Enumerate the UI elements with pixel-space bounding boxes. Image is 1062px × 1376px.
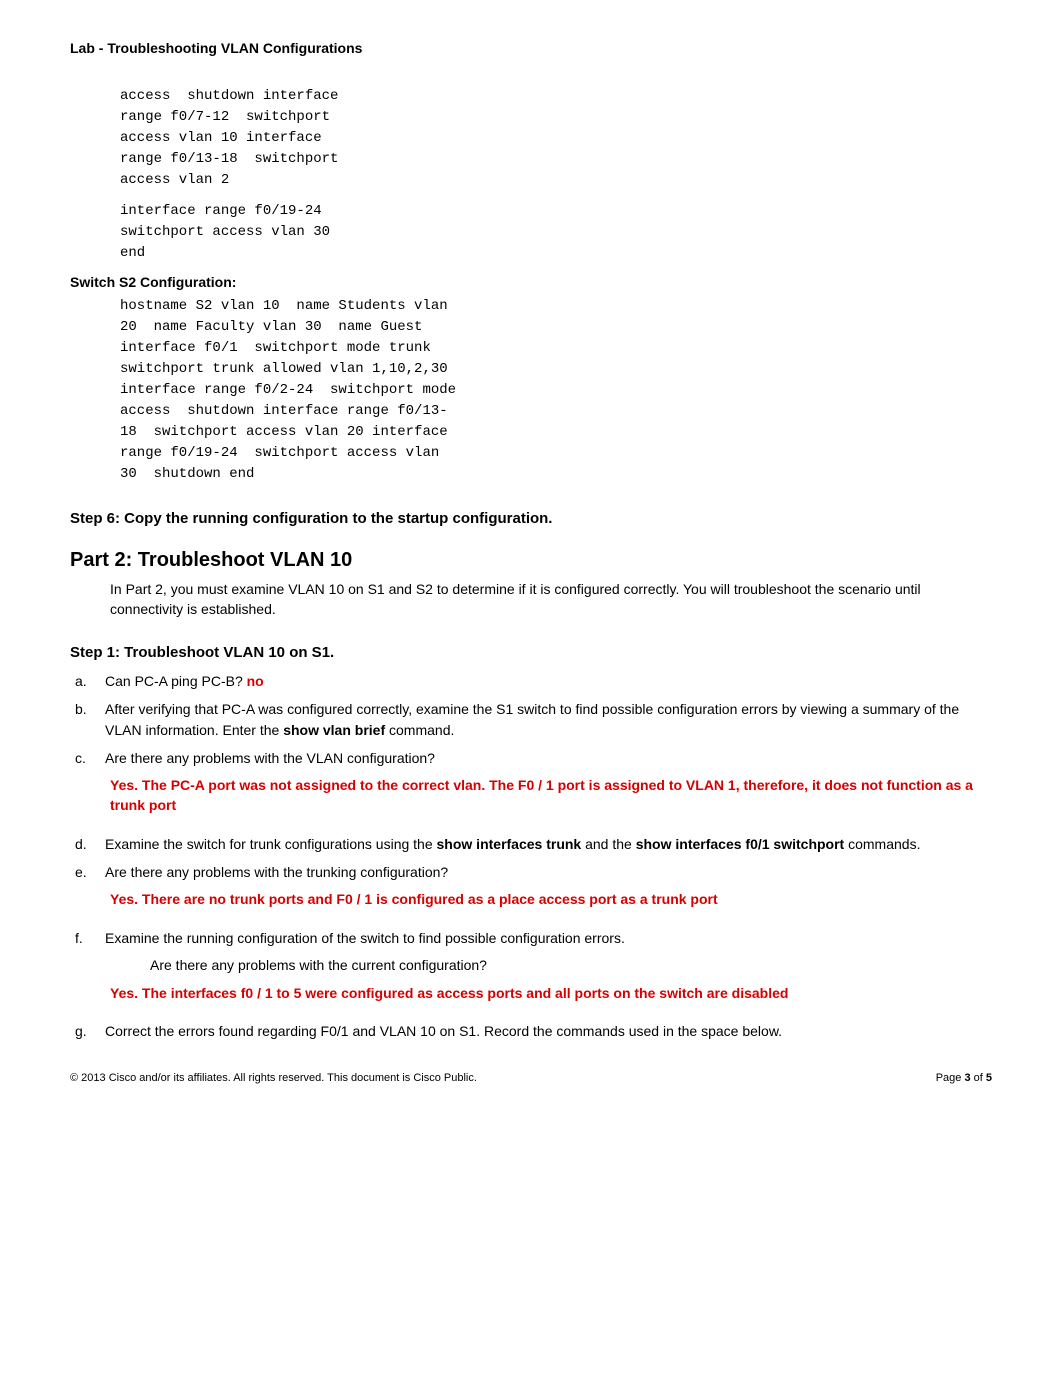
item-d-content: Examine the switch for trunk configurati… (105, 834, 992, 854)
item-d-marker: d. (75, 834, 105, 854)
item-a-question: Can PC-A ping PC-B? (105, 673, 247, 689)
item-b-content: After verifying that PC-A was configured… (105, 699, 992, 740)
footer-total: 5 (986, 1072, 992, 1084)
item-b-cmd: show vlan brief (283, 722, 385, 738)
item-f: f. Examine the running configuration of … (75, 928, 992, 948)
item-f-subquestion: Are there any problems with the current … (150, 956, 992, 976)
page-header: Lab - Troubleshooting VLAN Configuration… (70, 40, 992, 56)
item-c-marker: c. (75, 748, 105, 768)
s2-code-block: hostname S2 vlan 10 name Students vlan 2… (120, 296, 992, 485)
item-c-answer: Yes. The PC-A port was not assigned to t… (110, 776, 992, 815)
item-d-cmd1: show interfaces trunk (437, 836, 582, 852)
item-d-cmd2: show interfaces f0/1 switchport (636, 836, 845, 852)
item-g-question: Correct the errors found regarding F0/1 … (105, 1021, 992, 1041)
item-a-answer: no (247, 673, 264, 689)
footer-of: of (971, 1072, 986, 1084)
item-a-content: Can PC-A ping PC-B? no (105, 671, 992, 691)
code-block-2: interface range f0/19-24 switchport acce… (120, 201, 992, 264)
item-d-t1: Examine the switch for trunk configurati… (105, 836, 437, 852)
footer-page-prefix: Page (936, 1072, 965, 1084)
item-b-marker: b. (75, 699, 105, 740)
item-c-question: Are there any problems with the VLAN con… (105, 748, 992, 768)
step-1-heading: Step 1: Troubleshoot VLAN 10 on S1. (70, 644, 992, 661)
item-b-text2: command. (385, 722, 454, 738)
s2-config-heading: Switch S2 Configuration: (70, 274, 992, 290)
item-a: a. Can PC-A ping PC-B? no (75, 671, 992, 691)
step-6-heading: Step 6: Copy the running configuration t… (70, 510, 992, 527)
code-block-1: access shutdown interface range f0/7-12 … (120, 86, 992, 191)
item-e-question: Are there any problems with the trunking… (105, 862, 992, 882)
item-d: d. Examine the switch for trunk configur… (75, 834, 992, 854)
item-b-text1: After verifying that PC-A was configured… (105, 701, 959, 737)
item-c: c. Are there any problems with the VLAN … (75, 748, 992, 768)
item-g-marker: g. (75, 1021, 105, 1041)
part-2-heading: Part 2: Troubleshoot VLAN 10 (70, 549, 992, 572)
item-b: b. After verifying that PC-A was configu… (75, 699, 992, 740)
item-f-question: Examine the running configuration of the… (105, 928, 992, 948)
item-e: e. Are there any problems with the trunk… (75, 862, 992, 882)
item-d-t2: and the (581, 836, 636, 852)
footer-copyright: © 2013 Cisco and/or its affiliates. All … (70, 1072, 477, 1084)
item-g: g. Correct the errors found regarding F0… (75, 1021, 992, 1041)
part-2-intro: In Part 2, you must examine VLAN 10 on S… (110, 580, 992, 619)
item-f-answer: Yes. The interfaces f0 / 1 to 5 were con… (110, 984, 992, 1004)
item-a-marker: a. (75, 671, 105, 691)
item-d-t3: commands. (844, 836, 920, 852)
item-e-answer: Yes. There are no trunk ports and F0 / 1… (110, 890, 992, 910)
page-footer: © 2013 Cisco and/or its affiliates. All … (70, 1072, 992, 1084)
item-f-marker: f. (75, 928, 105, 948)
footer-page-info: Page 3 of 5 (936, 1072, 992, 1084)
item-e-marker: e. (75, 862, 105, 882)
